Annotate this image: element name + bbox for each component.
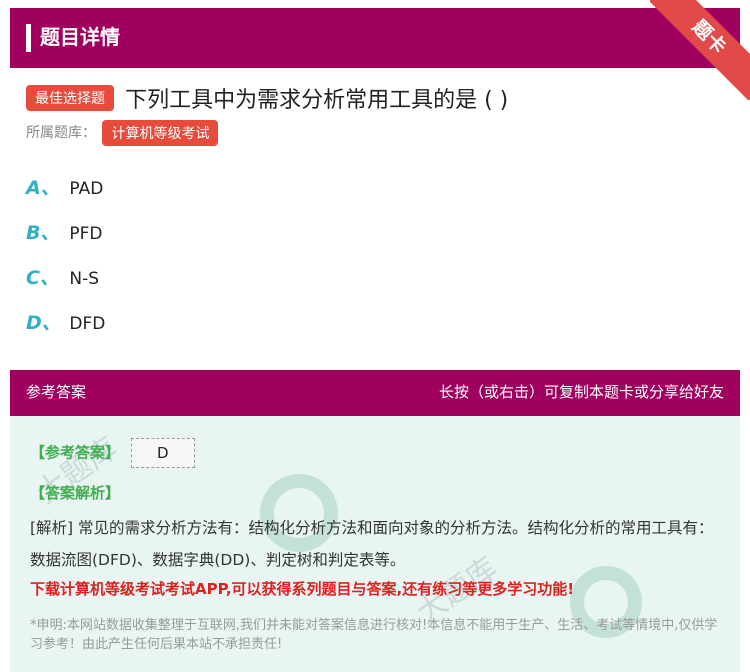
header-accent-bar [26, 24, 31, 52]
question-text: 下列工具中为需求分析常用工具的是 ( ) [125, 88, 509, 113]
option-letter: B、 [26, 222, 60, 244]
option-d[interactable]: D、 DFD [26, 305, 105, 350]
header-bar: 题目详情 [10, 8, 740, 68]
option-letter: C、 [26, 267, 59, 289]
reference-answer-value: D [130, 438, 195, 468]
question-bank: 所属题库： 计算机等级考试 [26, 120, 219, 146]
reference-answer-label: 【参考答案】 [30, 443, 121, 462]
answer-body: 大题库 大题库 【参考答案】 D 【答案解析】 [解析] 常见的需求分析方法有：… [10, 416, 740, 672]
bank-label: 所属题库： [26, 125, 96, 141]
option-text: N-S [69, 269, 100, 289]
option-b[interactable]: B、 PFD [26, 215, 105, 260]
question-header: 最佳选择题 下列工具中为需求分析常用工具的是 ( ) [26, 82, 730, 114]
option-letter: D、 [26, 312, 61, 334]
bank-tag[interactable]: 计算机等级考试 [102, 120, 219, 146]
option-letter: A、 [26, 177, 60, 199]
option-text: PAD [69, 179, 104, 199]
option-text: DFD [69, 314, 106, 334]
app-promo-link[interactable]: 下载计算机等级考试考试APP,可以获得系列题目与答案,还有练习等更多学习功能! [30, 578, 574, 599]
option-c[interactable]: C、 N-S [26, 260, 105, 305]
analysis-row: 【答案解析】 [30, 482, 120, 503]
analysis-text: [解析] 常见的需求分析方法有：结构化分析方法和面向对象的分析方法。结构化分析的… [30, 519, 714, 569]
share-hint: 长按（或右击）可复制本题卡或分享给好友 [438, 383, 724, 401]
page-title: 题目详情 [40, 25, 120, 49]
disclaimer: *申明:本网站数据收集整理于互联网,我们并未能对答案信息进行核对!本信息不能用于… [30, 618, 718, 652]
answer-section-label: 参考答案 [26, 383, 87, 401]
reference-answer-row: 【参考答案】 D [30, 438, 195, 468]
option-a[interactable]: A、 PAD [26, 170, 105, 215]
analysis-label: 【答案解析】 [30, 484, 121, 502]
question-type-tag: 最佳选择题 [26, 85, 114, 111]
answer-header: 参考答案 长按（或右击）可复制本题卡或分享给好友 [10, 370, 740, 416]
options-list: A、 PAD B、 PFD C、 N-S D、 DFD [26, 170, 105, 350]
option-text: PFD [69, 224, 103, 244]
